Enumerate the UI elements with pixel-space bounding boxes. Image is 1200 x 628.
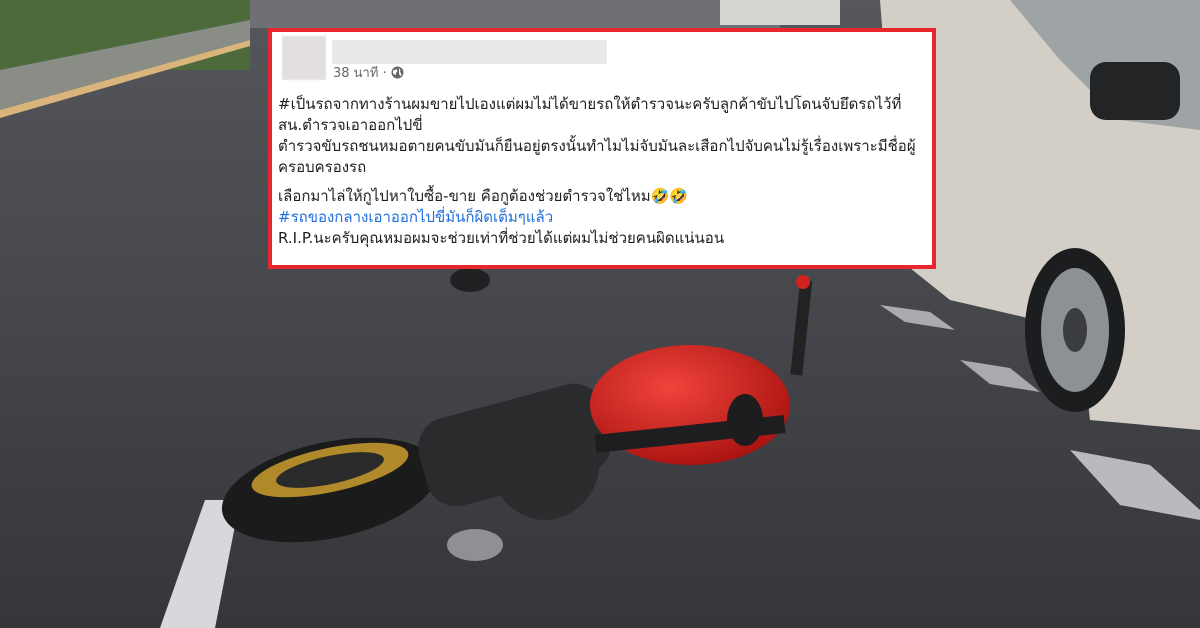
post-line: ครอบครองรถ bbox=[278, 158, 367, 176]
post-text: #เป็นรถจากทางร้านผมขายไปเองแต่ผมไม่ได้ขา… bbox=[278, 94, 923, 249]
post-line: ตำรวจขับรถชนหมอตายคนขับมันก็ยืนอยู่ตรงนั… bbox=[278, 137, 916, 155]
post-line: #เป็นรถจากทางร้านผมขายไปเองแต่ผมไม่ได้ขา… bbox=[278, 95, 902, 113]
post-time: 38 นาที · bbox=[333, 66, 387, 81]
blurred-author-name bbox=[332, 40, 607, 64]
globe-icon bbox=[391, 66, 404, 79]
news-thumbnail: 38 นาที · #เป็นรถจากทางร้านผมขายไปเองแต่… bbox=[0, 0, 1200, 628]
blurred-avatar bbox=[282, 36, 326, 80]
post-meta: 38 นาที · bbox=[333, 62, 404, 83]
post-line: เลือกมาไล่ให้กูไปหาใบซื้อ-ขาย คือกูต้องช… bbox=[278, 187, 689, 205]
facebook-post-screenshot: 38 นาที · #เป็นรถจากทางร้านผมขายไปเองแต่… bbox=[268, 28, 936, 269]
post-line: R.I.P.นะครับคุณหมอผมจะช่วยเท่าที่ช่วยได้… bbox=[278, 229, 725, 247]
post-line: สน.ตำรวจเอาออกไปขี่ bbox=[278, 116, 423, 134]
hashtag-link[interactable]: #รถของกลางเอาออกไปขี่มันก็ผิดเต็มๆแล้ว bbox=[278, 207, 923, 228]
